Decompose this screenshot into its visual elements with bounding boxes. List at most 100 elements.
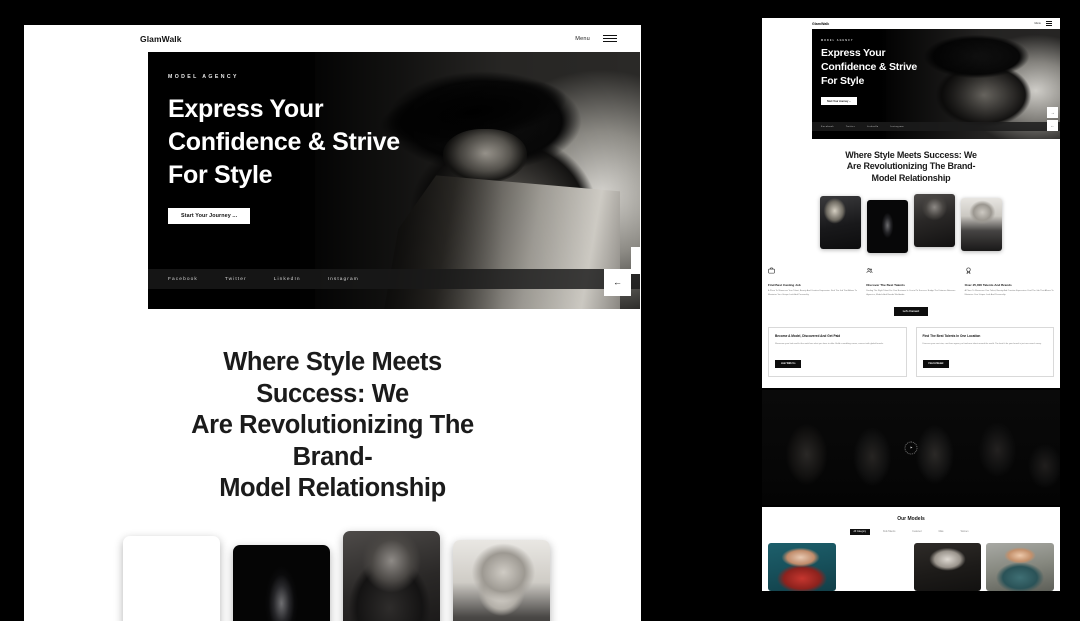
tab-kids-talents[interactable]: Kids Talents	[879, 529, 899, 534]
hamburger-menu-icon[interactable]	[603, 34, 617, 43]
feature-card: Discover The Best Talents Finding The Ri…	[866, 265, 955, 298]
preview-hero-content: Model Agency Express Your Confidence & S…	[821, 39, 917, 107]
slider-next-arrow-icon[interactable]: →	[631, 247, 640, 274]
preview-hero-banner: Model Agency Express Your Confidence & S…	[812, 29, 1060, 139]
social-link-instagram[interactable]: Instagram	[328, 277, 359, 282]
preview-gallery-item[interactable]	[820, 195, 861, 249]
preview-header-right: Menu	[1035, 21, 1052, 26]
social-link-facebook[interactable]: Facebook	[168, 277, 198, 282]
hero-content: Model Agency Express Your Confidence & S…	[168, 74, 640, 224]
social-link-linkedin[interactable]: LinkedIn	[274, 277, 301, 282]
menu-label[interactable]: Menu	[575, 36, 590, 42]
gallery-item[interactable]	[343, 531, 440, 621]
preview-sheet-top: GlamWalk Menu Model Agency Express Your …	[762, 18, 1060, 389]
screen-canvas: GlamWalk Menu Model Agency Express Your …	[0, 0, 1080, 621]
tab-featured[interactable]: Featured	[908, 529, 925, 534]
video-section[interactable]	[762, 390, 1060, 506]
feature-card: Over 25,000 Talents And Brands A Place T…	[965, 265, 1054, 298]
header-right: Menu	[575, 34, 617, 43]
slider-prev-arrow-icon[interactable]: ←	[604, 269, 631, 296]
model-card-grid	[762, 542, 1060, 591]
preview-hero-title-line-2: Confidence & Strive	[821, 60, 917, 73]
main-page-viewport: GlamWalk Menu Model Agency Express Your …	[24, 25, 641, 621]
connect-button-row: Let's Connect	[762, 306, 1060, 316]
intro-heading: Where Style Meets Success: We Are Revolu…	[168, 347, 498, 505]
model-gallery	[24, 531, 641, 621]
intro-heading-line-3: Model Relationship	[219, 474, 446, 503]
start-journey-button[interactable]: Start Your Journey ...	[168, 208, 251, 224]
cta-card-become-model: Become A Model, Discovered And Get Paid …	[768, 326, 907, 378]
preview-slider-next-arrow-icon[interactable]: →	[1047, 107, 1058, 118]
preview-gallery-item[interactable]	[867, 199, 908, 253]
preview-start-journey-button[interactable]: Start Your Journey ...	[821, 97, 857, 106]
feature-card-title: Find Best Casting Job	[768, 282, 801, 287]
cta-card-find-talents: Find The Best Talents In One Location Di…	[915, 326, 1054, 378]
site-logo[interactable]: GlamWalk	[140, 34, 182, 44]
feature-card-title: Discover The Best Talents	[866, 282, 905, 287]
intro-heading-line-2: Are Revolutionizing The Brand-	[191, 411, 474, 471]
preview-intro-heading-line-1: Where Style Meets Success: We	[845, 150, 977, 160]
preview-hamburger-menu-icon[interactable]	[1046, 21, 1052, 26]
feature-card: Find Best Casting Job A Place To Showcas…	[768, 265, 857, 298]
social-link-twitter[interactable]: Twitter	[225, 277, 247, 282]
people-icon	[866, 268, 873, 273]
hero-banner: Model Agency Express Your Confidence & S…	[148, 52, 640, 309]
lets-connect-button[interactable]: Let's Connect	[893, 306, 929, 316]
preview-model-gallery	[762, 193, 1060, 253]
cta-card-body: Showcase your look and let the world see…	[775, 342, 884, 345]
preview-gallery-item[interactable]	[914, 193, 955, 247]
feature-cards: Find Best Casting Job A Place To Showcas…	[762, 265, 1060, 298]
model-category-tabs: All Category Kids Talents Featured Male …	[762, 529, 1060, 535]
our-models-title: Our Models	[897, 516, 925, 523]
tab-male[interactable]: Male	[935, 529, 948, 534]
site-header: GlamWalk Menu	[24, 25, 641, 52]
model-card[interactable]	[913, 542, 982, 591]
intro-heading-line-1: Where Style Meets Success: We	[223, 348, 442, 408]
briefcase-icon	[768, 267, 775, 274]
hero-slider-controls: → ←	[604, 247, 640, 309]
gallery-item[interactable]	[233, 545, 330, 621]
preview-site-header: GlamWalk Menu	[762, 18, 1060, 29]
cta-card-body: Discover your next star, cast from agenc…	[922, 342, 1042, 345]
cta-card-row: Become A Model, Discovered And Get Paid …	[762, 326, 1060, 389]
join-with-us-button[interactable]: Join With Us	[775, 359, 802, 368]
feature-card-body: Finding The Right Talent For Your Busine…	[866, 290, 956, 297]
find-a-model-button[interactable]: Find A Model	[922, 359, 950, 368]
play-button-icon[interactable]	[904, 441, 918, 455]
preview-hero-social-bar: Facebook Twitter LinkedIn Instagram	[812, 122, 1060, 131]
hero-title-line-3: For Style	[168, 161, 273, 189]
preview-menu-label[interactable]: Menu	[1035, 22, 1042, 25]
preview-site-logo[interactable]: GlamWalk	[812, 22, 829, 26]
our-models-section: Our Models All Category Kids Talents Fea…	[762, 507, 1060, 591]
feature-card-title: Over 25,000 Talents And Brands	[964, 282, 1012, 287]
model-card[interactable]	[986, 542, 1054, 591]
hero-title-line-1: Express Your	[168, 95, 324, 123]
feature-card-body: A Place To Showcase Your Talent, Beauty …	[768, 290, 857, 297]
hero-social-bar: Facebook Twitter LinkedIn Instagram	[148, 269, 640, 289]
tab-all-category[interactable]: All Category	[849, 529, 871, 535]
preview-hero-title-line-1: Express Your	[821, 47, 886, 59]
feature-card-body: A Place To Showcase Your Talent, Beauty …	[964, 290, 1054, 297]
model-card[interactable]	[841, 543, 909, 591]
preview-social-link-twitter[interactable]: Twitter	[846, 126, 855, 128]
preview-hero-title-line-3: For Style	[821, 74, 865, 87]
hero-title-line-2: Confidence & Strive	[168, 128, 400, 156]
preview-slider-prev-arrow-icon[interactable]: ←	[1047, 120, 1058, 131]
preview-social-link-facebook[interactable]: Facebook	[821, 126, 834, 128]
page-preview-panel: GlamWalk Menu Model Agency Express Your …	[762, 18, 1060, 621]
preview-social-link-linkedin[interactable]: LinkedIn	[867, 126, 878, 128]
gallery-item[interactable]	[123, 536, 220, 621]
preview-gallery-item[interactable]	[961, 197, 1002, 251]
badge-icon	[966, 267, 971, 274]
preview-social-link-instagram[interactable]: Instagram	[891, 126, 904, 128]
model-card[interactable]	[768, 542, 836, 591]
hero-eyebrow: Model Agency	[168, 74, 239, 80]
cta-card-title: Become A Model, Discovered And Get Paid	[775, 333, 841, 338]
tab-women[interactable]: Women	[957, 529, 973, 534]
hero-title: Express Your Confidence & Strive For Sty…	[168, 93, 640, 192]
preview-intro-heading: Where Style Meets Success: We Are Revolu…	[831, 150, 991, 184]
preview-hero-title: Express Your Confidence & Strive For Sty…	[821, 47, 917, 89]
gallery-item[interactable]	[453, 540, 550, 621]
preview-intro-heading-line-3: Model Relationship	[871, 172, 951, 183]
preview-hero-eyebrow: Model Agency	[821, 39, 854, 42]
